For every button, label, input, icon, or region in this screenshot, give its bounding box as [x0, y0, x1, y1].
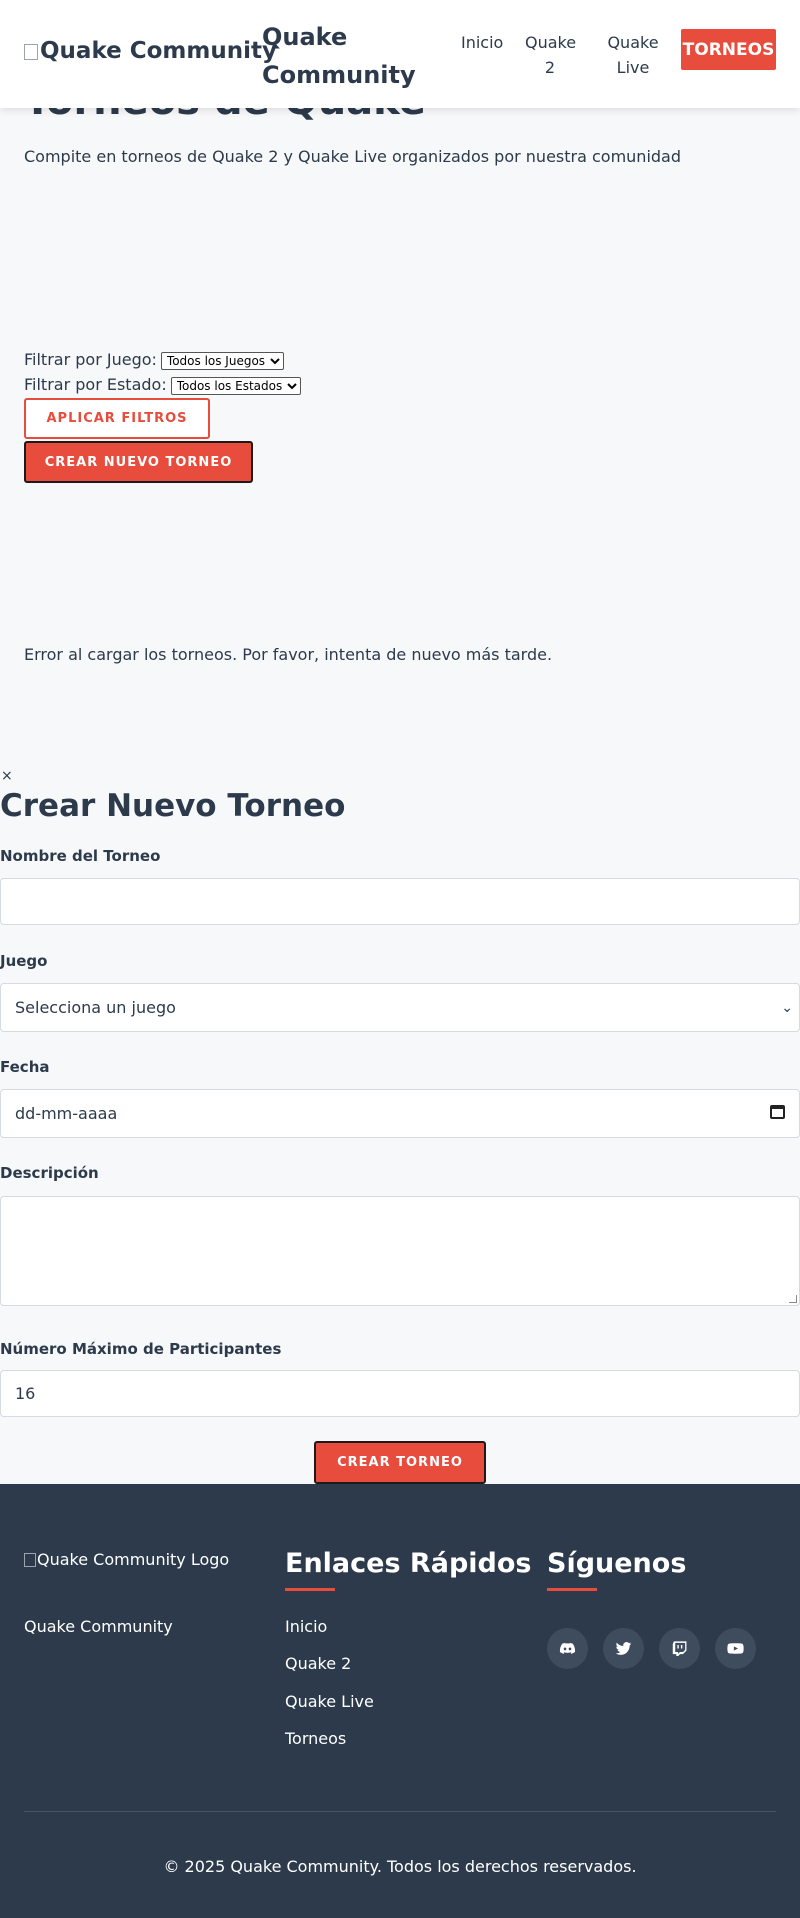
create-tournament-button[interactable]: CREAR NUEVO TORNEO — [24, 441, 253, 483]
close-icon[interactable]: × — [1, 768, 13, 784]
date-input[interactable]: dd-mm-aaaa — [0, 1089, 800, 1138]
site-logo[interactable]: Quake Community — [24, 38, 277, 64]
tournament-name-label: Nombre del Torneo — [0, 847, 161, 865]
footer-link-torneos[interactable]: Torneos — [285, 1729, 346, 1748]
heading-underline — [285, 1588, 335, 1591]
twitch-button[interactable] — [659, 1628, 700, 1669]
broken-image-icon — [24, 44, 38, 60]
tournament-name-input[interactable] — [0, 878, 800, 925]
game-label: Juego — [0, 952, 48, 970]
nav-item-torneos[interactable]: TORNEOS — [681, 29, 776, 70]
footer-link-inicio[interactable]: Inicio — [285, 1617, 327, 1636]
twitch-icon — [672, 1641, 687, 1656]
apply-filters-button[interactable]: APLICAR FILTROS — [24, 398, 210, 439]
quick-links-heading: Enlaces Rápidos — [285, 1548, 532, 1579]
nav-item-inicio[interactable]: Inicio — [461, 30, 503, 55]
twitter-button[interactable] — [603, 1628, 644, 1669]
footer-link-quake-2[interactable]: Quake 2 — [285, 1654, 351, 1673]
calendar-icon[interactable] — [770, 1105, 785, 1119]
game-filter-row: Filtrar por Juego: Todos los Juegos — [24, 350, 284, 370]
game-select-value: Selecciona un juego — [15, 998, 176, 1017]
resize-handle-icon[interactable] — [789, 1295, 797, 1303]
discord-icon — [559, 1642, 576, 1654]
footer-logo[interactable]: Quake Community Logo — [24, 1550, 229, 1569]
copyright-text: © 2025 Quake Community. Todos los derech… — [163, 1857, 637, 1876]
status-filter-row: Filtrar por Estado: Todos los Estados — [24, 375, 301, 395]
twitter-icon — [615, 1642, 632, 1655]
nav-item-quake-2[interactable]: Quake 2 — [525, 30, 576, 80]
site-header: Quake Community Quake Community Inicio Q… — [0, 0, 800, 108]
max-participants-label: Número Máximo de Participantes — [0, 1340, 282, 1358]
footer-divider — [24, 1811, 776, 1812]
max-participants-input[interactable]: 16 — [0, 1370, 800, 1417]
broken-image-icon — [24, 1553, 36, 1567]
game-filter-label: Filtrar por Juego: — [24, 350, 157, 369]
status-filter-select[interactable]: Todos los Estados — [170, 377, 301, 395]
site-footer: Quake Community Logo Quake Community Enl… — [0, 1484, 800, 1918]
form-title: Crear Nuevo Torneo — [0, 788, 346, 824]
discord-button[interactable] — [547, 1628, 588, 1669]
status-filter-label: Filtrar por Estado: — [24, 375, 167, 394]
follow-us-heading: Síguenos — [547, 1548, 687, 1579]
description-textarea[interactable] — [0, 1196, 800, 1306]
chevron-down-icon: ⌄ — [781, 999, 793, 1016]
heading-underline — [547, 1588, 597, 1591]
youtube-icon — [727, 1643, 744, 1654]
nav-item-quake-live[interactable]: Quake Live — [603, 30, 663, 80]
site-logo-alt: Quake Community — [40, 38, 277, 64]
youtube-button[interactable] — [715, 1628, 756, 1669]
date-placeholder: dd-mm-aaaa — [15, 1104, 118, 1123]
footer-link-quake-live[interactable]: Quake Live — [285, 1692, 374, 1711]
game-filter-select[interactable]: Todos los Juegos — [160, 352, 284, 370]
submit-tournament-button[interactable]: CREAR TORNEO — [314, 1441, 486, 1484]
footer-brand: Quake Community — [24, 1617, 173, 1636]
description-label: Descripción — [0, 1164, 99, 1182]
game-select[interactable]: Selecciona un juego ⌄ — [0, 983, 800, 1032]
site-brand[interactable]: Quake Community — [262, 18, 416, 94]
date-label: Fecha — [0, 1058, 50, 1076]
footer-logo-alt: Quake Community Logo — [37, 1550, 230, 1569]
page-subtitle: Compite en torneos de Quake 2 y Quake Li… — [24, 147, 681, 166]
error-message: Error al cargar los torneos. Por favor, … — [24, 645, 553, 664]
